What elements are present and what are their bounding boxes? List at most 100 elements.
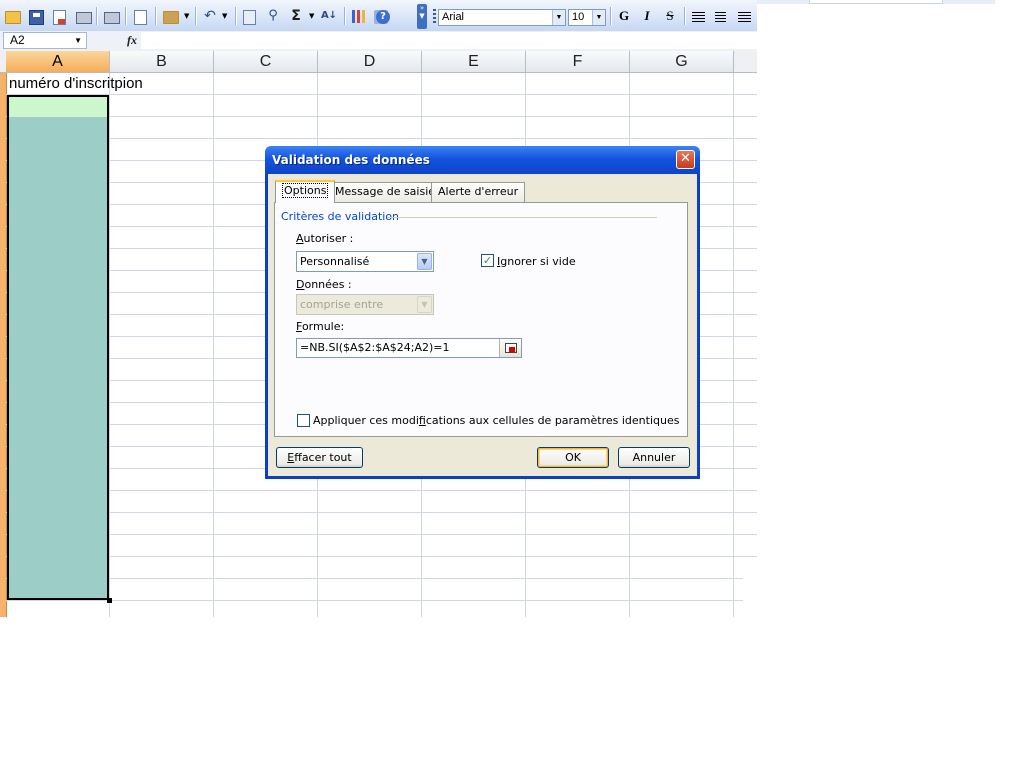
name-box[interactable]: A2 ▼ bbox=[3, 32, 87, 49]
column-header-g[interactable]: G bbox=[630, 51, 734, 72]
email-icon[interactable] bbox=[76, 12, 92, 24]
chart-wizard-icon[interactable] bbox=[352, 10, 366, 23]
bold-button[interactable]: G bbox=[616, 8, 632, 24]
grid-column-line bbox=[733, 73, 734, 617]
align-center-icon[interactable] bbox=[715, 12, 726, 22]
autosum-dropdown-icon[interactable]: ▼ bbox=[309, 12, 314, 20]
ignore-blank-text: gnorer si vide bbox=[500, 255, 576, 268]
validation-criteria-label: Critères de validation bbox=[281, 210, 400, 223]
data-label: Données : bbox=[296, 278, 352, 291]
ignore-blank-checkbox[interactable]: ✓ bbox=[481, 254, 494, 267]
tab-options[interactable]: Options bbox=[275, 180, 336, 203]
column-header-b[interactable]: B bbox=[110, 51, 214, 72]
dialog-title: Validation des données bbox=[272, 153, 430, 167]
allow-label-text: utoriser : bbox=[303, 232, 354, 245]
grid-row-line bbox=[6, 138, 757, 139]
font-size-value: 10 bbox=[572, 11, 585, 23]
sort-ascending-icon[interactable]: A↓ bbox=[321, 8, 337, 24]
apply-changes-label[interactable]: Appliquer ces modifications aux cellules… bbox=[313, 414, 679, 427]
dialog-titlebar[interactable]: Validation des données ✕ bbox=[265, 146, 700, 174]
column-header-f[interactable]: F bbox=[526, 51, 630, 72]
font-size-dropdown-icon[interactable]: ▼ bbox=[592, 10, 605, 25]
toolbar-separator bbox=[96, 7, 98, 25]
undo-dropdown-icon[interactable]: ▼ bbox=[222, 12, 227, 20]
font-size-combo[interactable]: 10 ▼ bbox=[568, 9, 606, 26]
clear-all-text: ffacer tout bbox=[294, 451, 352, 464]
data-select-value: comprise entre bbox=[300, 298, 384, 311]
italic-button[interactable]: I bbox=[639, 8, 655, 24]
data-label-text: onnées : bbox=[304, 278, 352, 291]
tab-options-label: Options bbox=[282, 183, 329, 198]
permission-icon[interactable] bbox=[53, 10, 66, 25]
allow-select-value: Personnalisé bbox=[300, 255, 370, 268]
formula-input-value: =NB.SI($A$2:$A$24;A2)=1 bbox=[300, 341, 450, 354]
font-name-value: Arial bbox=[442, 11, 465, 23]
data-validation-dialog: Validation des données ✕ Options Message… bbox=[265, 146, 700, 479]
toolbar-separator bbox=[684, 7, 686, 25]
toolbar-options-icon[interactable]: » ▼ bbox=[417, 4, 427, 29]
grid-row-line bbox=[6, 512, 757, 513]
autosum-icon[interactable]: Σ bbox=[288, 8, 304, 24]
tab-input-message[interactable]: Message de saisie bbox=[328, 182, 443, 202]
font-name-combo[interactable]: Arial ▼ bbox=[438, 9, 566, 26]
grid-row-line bbox=[6, 116, 757, 117]
grid-row-line bbox=[6, 578, 743, 579]
ok-button[interactable]: OK bbox=[537, 447, 609, 468]
strikethrough-button[interactable]: S bbox=[662, 8, 678, 24]
formula-label-text: ormule: bbox=[301, 320, 345, 333]
grid-row-line bbox=[6, 490, 757, 491]
name-box-dropdown-icon[interactable]: ▼ bbox=[74, 33, 82, 48]
formula-input[interactable] bbox=[141, 32, 757, 49]
toolbar-separator bbox=[195, 7, 197, 25]
apply-label-accel: f bbox=[418, 414, 426, 427]
selected-range[interactable] bbox=[7, 95, 109, 600]
collapse-dialog-icon[interactable] bbox=[499, 339, 521, 357]
apply-label-text-1: Appliquer ces modi bbox=[313, 414, 419, 427]
open-folder-icon[interactable] bbox=[5, 11, 21, 24]
apply-changes-checkbox[interactable] bbox=[297, 414, 310, 427]
insert-function-icon[interactable]: fx bbox=[127, 33, 137, 48]
paste-dropdown-icon[interactable]: ▼ bbox=[184, 12, 189, 20]
grid-column-line bbox=[213, 73, 214, 617]
fill-handle[interactable] bbox=[107, 598, 112, 603]
formula-bar: A2 ▼ fx bbox=[0, 31, 757, 52]
column-header-c[interactable]: C bbox=[214, 51, 318, 72]
active-cell-a2[interactable] bbox=[9, 97, 107, 117]
close-button[interactable]: ✕ bbox=[676, 150, 695, 169]
check-icon: ✓ bbox=[482, 254, 493, 267]
formula-label: Formule: bbox=[296, 320, 344, 333]
tab-error-alert[interactable]: Alerte d'erreur bbox=[431, 182, 526, 202]
grid-column-line bbox=[109, 73, 110, 617]
column-header-d[interactable]: D bbox=[318, 51, 422, 72]
standard-toolbar: ▼ ↶ ▼ ⚲ Σ ▼ A↓ ? » ▼ Arial ▼ 10 ▼ G I S bbox=[0, 0, 757, 32]
column-headers: A B C D E F G bbox=[0, 51, 757, 73]
align-right-icon[interactable] bbox=[738, 12, 751, 22]
align-left-icon[interactable] bbox=[692, 12, 705, 22]
print-preview-icon[interactable] bbox=[134, 10, 147, 25]
undo-icon[interactable]: ↶ bbox=[202, 8, 218, 24]
paste-icon[interactable] bbox=[163, 11, 179, 24]
clear-all-button[interactable]: Effacer tout bbox=[276, 447, 363, 468]
options-panel: Critères de validation Autoriser : Perso… bbox=[274, 202, 688, 437]
name-box-value: A2 bbox=[10, 33, 25, 47]
formula-input-field[interactable]: =NB.SI($A$2:$A$24;A2)=1 bbox=[296, 338, 522, 358]
window-edge-box bbox=[809, 0, 943, 4]
chevron-down-icon[interactable]: ▼ bbox=[417, 253, 432, 270]
column-header-e[interactable]: E bbox=[422, 51, 526, 72]
toolbar-separator bbox=[610, 7, 612, 25]
cell-a1[interactable]: numéro d'inscritpion bbox=[9, 74, 143, 94]
allow-select[interactable]: Personnalisé ▼ bbox=[296, 251, 434, 272]
ignore-blank-label[interactable]: Ignorer si vide bbox=[497, 255, 576, 268]
hyperlink-icon[interactable]: ⚲ bbox=[265, 8, 281, 24]
column-header-a[interactable]: A bbox=[6, 51, 110, 72]
print-icon[interactable] bbox=[104, 12, 120, 24]
save-icon[interactable] bbox=[29, 10, 44, 25]
grid-row-line bbox=[6, 600, 743, 601]
toolbar-grip-icon[interactable] bbox=[433, 9, 436, 24]
grid-row-line bbox=[6, 534, 757, 535]
font-name-dropdown-icon[interactable]: ▼ bbox=[552, 10, 565, 25]
cancel-button[interactable]: Annuler bbox=[618, 447, 690, 468]
window-edge bbox=[757, 0, 995, 4]
help-icon[interactable]: ? bbox=[376, 10, 390, 24]
insert-hyperlink-icon[interactable] bbox=[243, 10, 256, 25]
